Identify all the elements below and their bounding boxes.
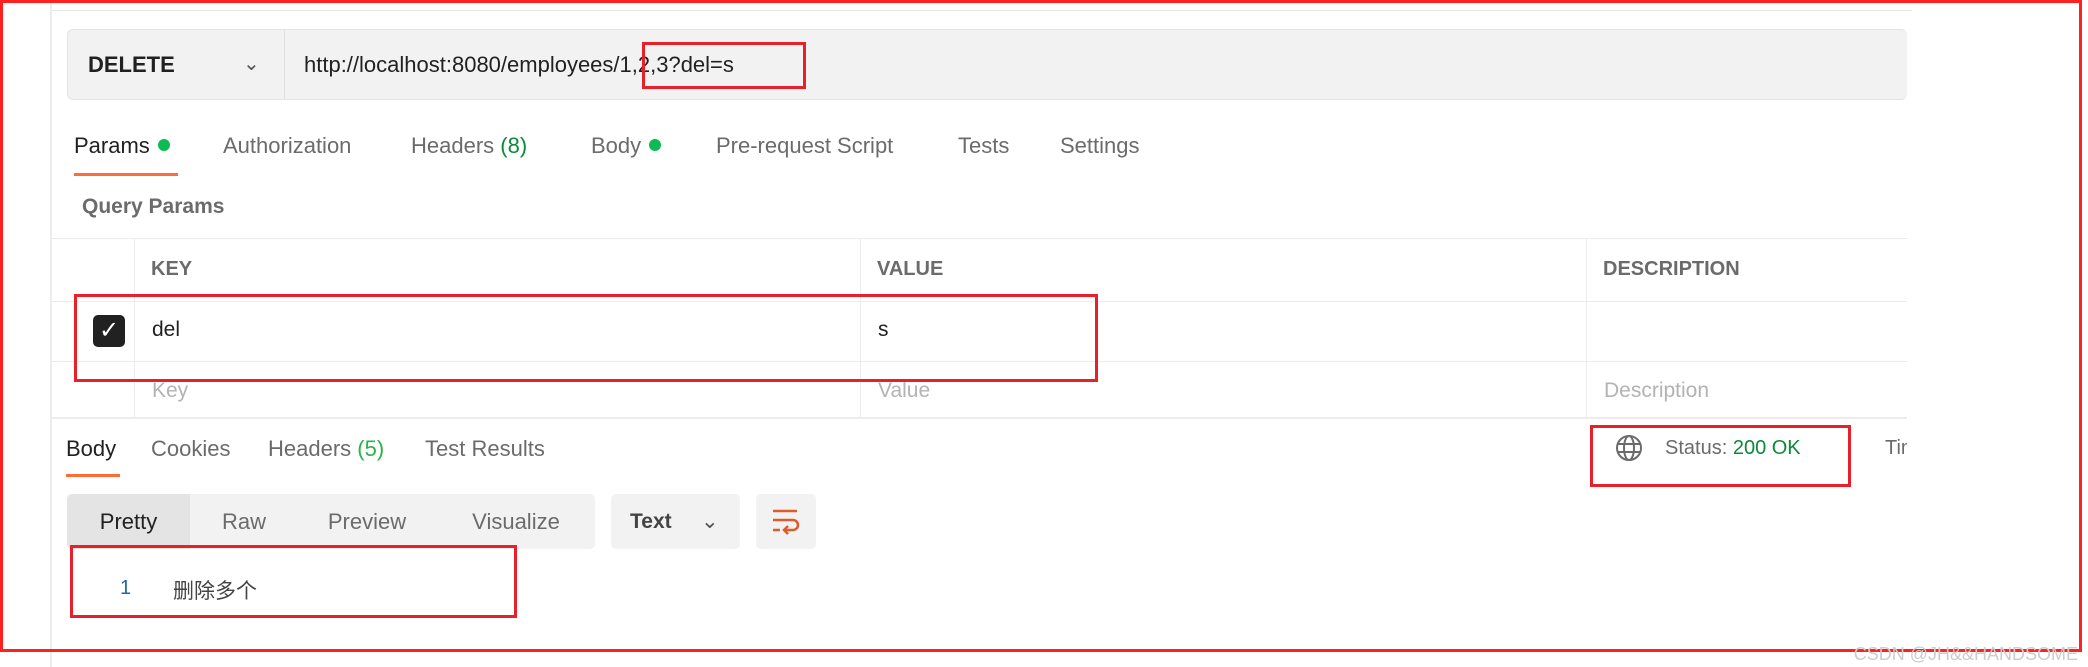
watermark: CSDN @JH&&HANDSOME <box>1853 644 2078 664</box>
annotation-frame <box>0 0 2082 652</box>
